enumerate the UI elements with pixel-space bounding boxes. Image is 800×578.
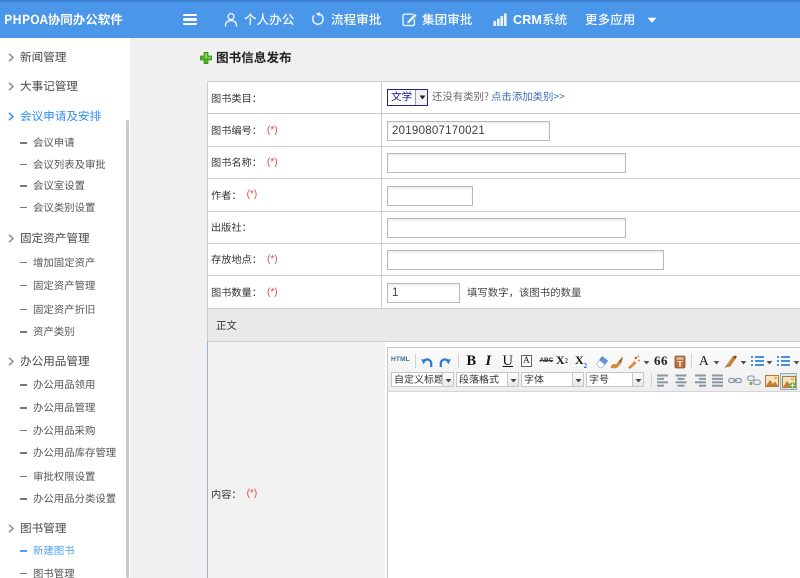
svg-text:T: T: [677, 358, 683, 368]
